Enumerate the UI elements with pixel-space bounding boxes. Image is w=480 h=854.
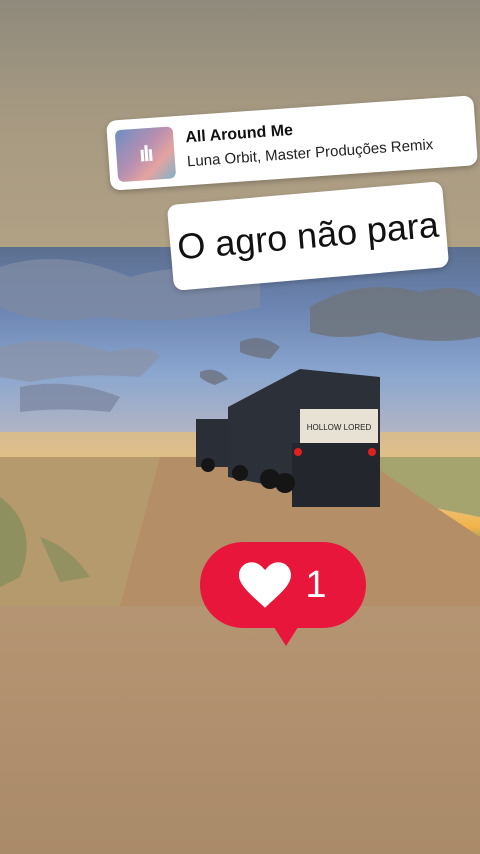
album-art: ılı [114,126,177,183]
truck-label: HOLLOW LORED [307,423,372,432]
caption-text: O agro não para [175,203,441,268]
like-bubble-tail [272,624,300,646]
like-count: 1 [305,563,327,606]
sound-wave-icon: ılı [138,140,153,167]
heart-icon [239,562,292,608]
track-title: All Around Me [184,121,294,147]
like-bubble[interactable]: 1 [200,542,366,646]
